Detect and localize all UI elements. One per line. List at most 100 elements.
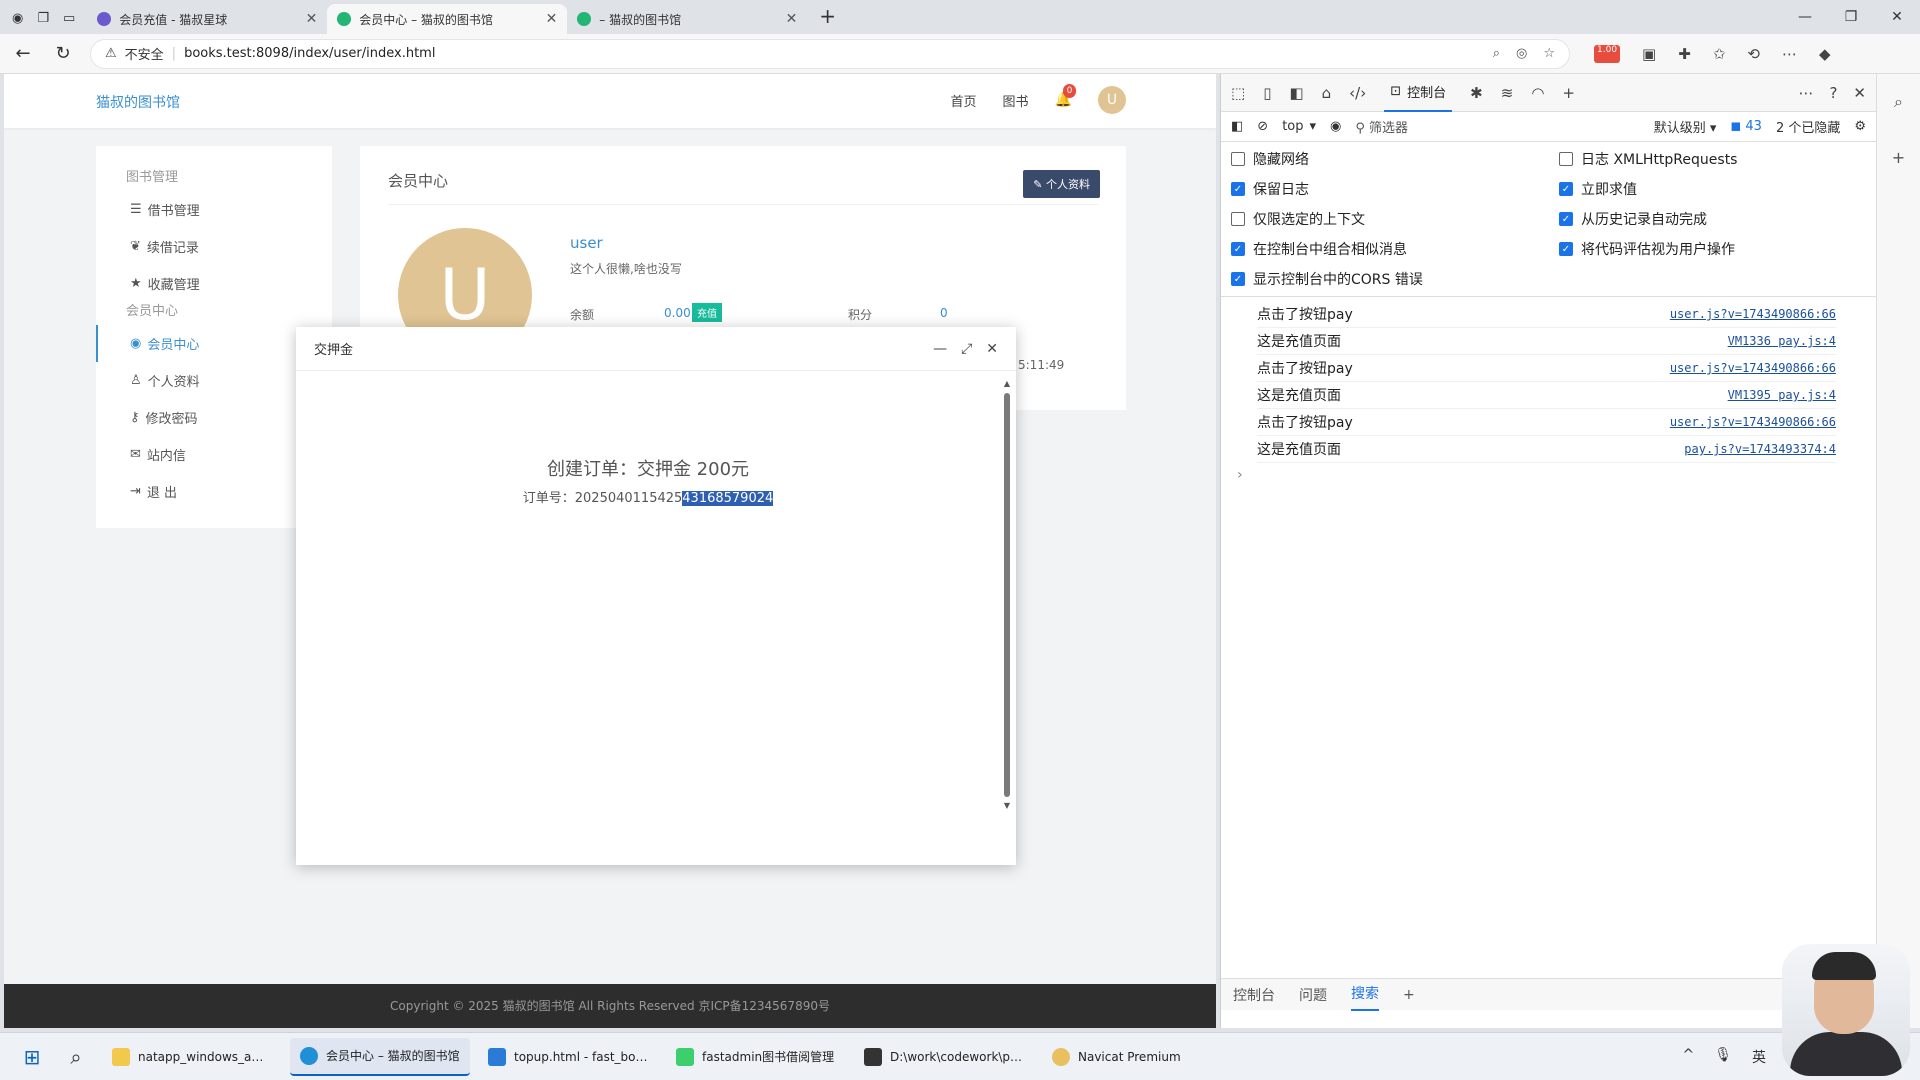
checkbox[interactable]: ✓ — [1559, 182, 1573, 196]
copilot-icon[interactable]: ◆ — [1819, 45, 1831, 63]
setting-user-gesture[interactable]: ✓ 将代码评估视为用户操作 — [1559, 236, 1879, 262]
history-icon[interactable]: ⟲ — [1747, 45, 1760, 63]
notification-bell-icon[interactable]: 🔔 0 — [1055, 84, 1077, 108]
checkbox[interactable]: ✓ — [1231, 182, 1245, 196]
windows-start-icon[interactable]: ⊞ — [14, 1045, 50, 1069]
setting-eager-eval[interactable]: ✓ 立即求值 — [1559, 176, 1879, 202]
log-level-select[interactable]: 默认级别 ▾ — [1654, 117, 1717, 136]
log-source-link[interactable]: user.js?v=1743490866:66 — [1670, 307, 1836, 321]
read-aloud-icon[interactable]: ◎ — [1516, 46, 1527, 61]
console-prompt[interactable]: › — [1221, 463, 1876, 487]
security-label[interactable]: 不安全 — [125, 44, 164, 63]
setting-preserve-log[interactable]: ✓ 保留日志 — [1231, 176, 1559, 202]
elements-code-icon[interactable]: ‹/› — [1349, 84, 1366, 102]
nav-books[interactable]: 图书 — [1003, 91, 1029, 110]
taskbar-app-fastadmin[interactable]: fastadmin图书借阅管理 — [666, 1038, 846, 1076]
setting-cors-errors[interactable]: ✓ 显示控制台中的CORS 错误 — [1231, 266, 1559, 292]
search-icon[interactable]: ⌕ — [1894, 92, 1903, 112]
tab-console[interactable]: ⊡ 控制台 — [1384, 74, 1453, 112]
taskbar-app-vscode[interactable]: topup.html - fast_books — [478, 1038, 658, 1076]
site-logo[interactable]: 猫叔的图书馆 — [96, 92, 180, 112]
favorites-icon[interactable]: ✩ — [1713, 45, 1726, 63]
add-tool-icon[interactable]: + — [1562, 84, 1575, 102]
tab-library[interactable]: – 猫叔的图书馆 ✕ — [567, 4, 807, 34]
restore-icon[interactable]: ❐ — [1828, 0, 1874, 34]
add-icon[interactable]: + — [1892, 148, 1905, 167]
microphone-icon[interactable]: 🎙 — [1714, 1047, 1732, 1067]
tab-actions-icon[interactable]: ▭ — [63, 11, 75, 26]
checkbox[interactable] — [1559, 152, 1573, 166]
checkbox[interactable]: ✓ — [1559, 212, 1573, 226]
tab-recharge[interactable]: 会员充值 - 猫叔星球 ✕ — [87, 4, 327, 34]
scroll-down-icon[interactable]: ▼ — [1002, 801, 1012, 811]
help-icon[interactable]: ? — [1829, 84, 1837, 102]
close-icon[interactable]: ✕ — [306, 11, 318, 27]
points-value[interactable]: 0 — [940, 306, 948, 320]
avatar[interactable]: U — [1098, 86, 1126, 114]
checkbox[interactable] — [1231, 212, 1245, 226]
sidebar-item-borrow[interactable]: ☰ 借书管理 — [96, 191, 332, 228]
sources-bug-icon[interactable]: ✱ — [1470, 84, 1483, 102]
ime-indicator[interactable]: 英 — [1752, 1047, 1766, 1067]
more-icon[interactable]: ⋯ — [1782, 45, 1797, 63]
setting-selected-context[interactable]: 仅限选定的上下文 — [1231, 206, 1559, 232]
zoom-icon[interactable]: ⌕ — [1493, 46, 1500, 61]
sidebar-toggle-icon[interactable]: ◧ — [1231, 119, 1243, 134]
taskbar-app-terminal[interactable]: D:\work\codework\php_ — [854, 1038, 1034, 1076]
log-source-link[interactable]: user.js?v=1743490866:66 — [1670, 415, 1836, 429]
drawer-tab-issues[interactable]: 问题 — [1299, 985, 1327, 1005]
chevron-up-icon[interactable]: ^ — [1682, 1047, 1694, 1067]
context-select[interactable]: top ▾ — [1282, 119, 1316, 134]
reload-button[interactable]: ↻ — [50, 43, 76, 64]
address-bar[interactable]: ⚠ 不安全 | books.test:8098/index/user/index… — [90, 38, 1570, 69]
setting-log-xhr[interactable]: 日志 XMLHttpRequests — [1559, 146, 1879, 172]
close-icon[interactable]: ✕ — [986, 341, 998, 357]
balance-value[interactable]: 0.00 — [664, 306, 691, 320]
close-icon[interactable]: ✕ — [546, 11, 558, 27]
search-icon[interactable]: ⌕ — [58, 1045, 94, 1069]
close-icon[interactable]: ✕ — [786, 11, 798, 27]
log-source-link[interactable]: VM1395 pay.js:4 — [1728, 388, 1836, 402]
nav-home[interactable]: 首页 — [951, 91, 977, 110]
extension-badge-icon[interactable]: 1.00 — [1594, 44, 1621, 63]
url-text[interactable]: books.test:8098/index/user/index.html — [184, 46, 1485, 61]
maximize-icon[interactable]: ⤢ — [961, 341, 972, 357]
setting-autocomplete[interactable]: ✓ 从历史记录自动完成 — [1559, 206, 1879, 232]
inspect-icon[interactable]: ⬚ — [1231, 84, 1245, 102]
scroll-up-icon[interactable]: ▲ — [1002, 379, 1012, 389]
more-icon[interactable]: ⋯ — [1798, 84, 1813, 102]
minimize-icon[interactable]: — — [1782, 0, 1828, 34]
workspaces-icon[interactable]: ❐ — [37, 11, 49, 26]
setting-hide-network[interactable]: 隐藏网络 — [1231, 146, 1559, 172]
taskbar-app-navicat[interactable]: Navicat Premium — [1042, 1038, 1222, 1076]
device-icon[interactable]: ▯ — [1263, 84, 1271, 102]
performance-icon[interactable]: ◠ — [1531, 84, 1544, 102]
drawer-tab-console[interactable]: 控制台 — [1233, 985, 1275, 1005]
taskbar-app-natapp[interactable]: natapp_windows_amd6· — [102, 1038, 282, 1076]
dock-icon[interactable]: ◧ — [1289, 84, 1303, 102]
recharge-button[interactable]: 充值 — [692, 303, 722, 322]
add-drawer-tab-icon[interactable]: + — [1403, 987, 1415, 1003]
message-count[interactable]: ◼ 43 — [1730, 119, 1761, 134]
checkbox[interactable] — [1231, 152, 1245, 166]
checkbox[interactable]: ✓ — [1231, 272, 1245, 286]
log-source-link[interactable]: user.js?v=1743490866:66 — [1670, 361, 1836, 375]
profile-button[interactable]: ✎ 个人资料 — [1023, 170, 1100, 198]
sidebar-item-renew[interactable]: ❦ 续借记录 — [96, 228, 332, 265]
scroll-thumb[interactable] — [1004, 393, 1010, 797]
profile-icon[interactable]: ◉ — [12, 11, 23, 26]
close-icon[interactable]: ✕ — [1853, 84, 1866, 102]
modal-scrollbar[interactable]: ▲ ▼ — [1002, 379, 1012, 857]
back-button[interactable]: ← — [10, 43, 36, 64]
tab-member-center[interactable]: 会员中心 – 猫叔的图书馆 ✕ — [327, 4, 568, 34]
taskbar-app-edge[interactable]: 会员中心 – 猫叔的图书馆 — [290, 1037, 470, 1076]
drawer-tab-search[interactable]: 搜索 — [1351, 979, 1379, 1011]
username-link[interactable]: user — [570, 234, 603, 252]
live-expression-eye-icon[interactable]: ◉ — [1330, 119, 1341, 134]
extensions-puzzle-icon[interactable]: ✚ — [1678, 45, 1691, 63]
gear-icon[interactable]: ⚙ — [1854, 119, 1866, 134]
minimize-icon[interactable]: — — [933, 341, 947, 357]
extension-icon[interactable]: ▣ — [1642, 45, 1656, 63]
checkbox[interactable]: ✓ — [1231, 242, 1245, 256]
new-tab-button[interactable]: + — [807, 4, 848, 34]
